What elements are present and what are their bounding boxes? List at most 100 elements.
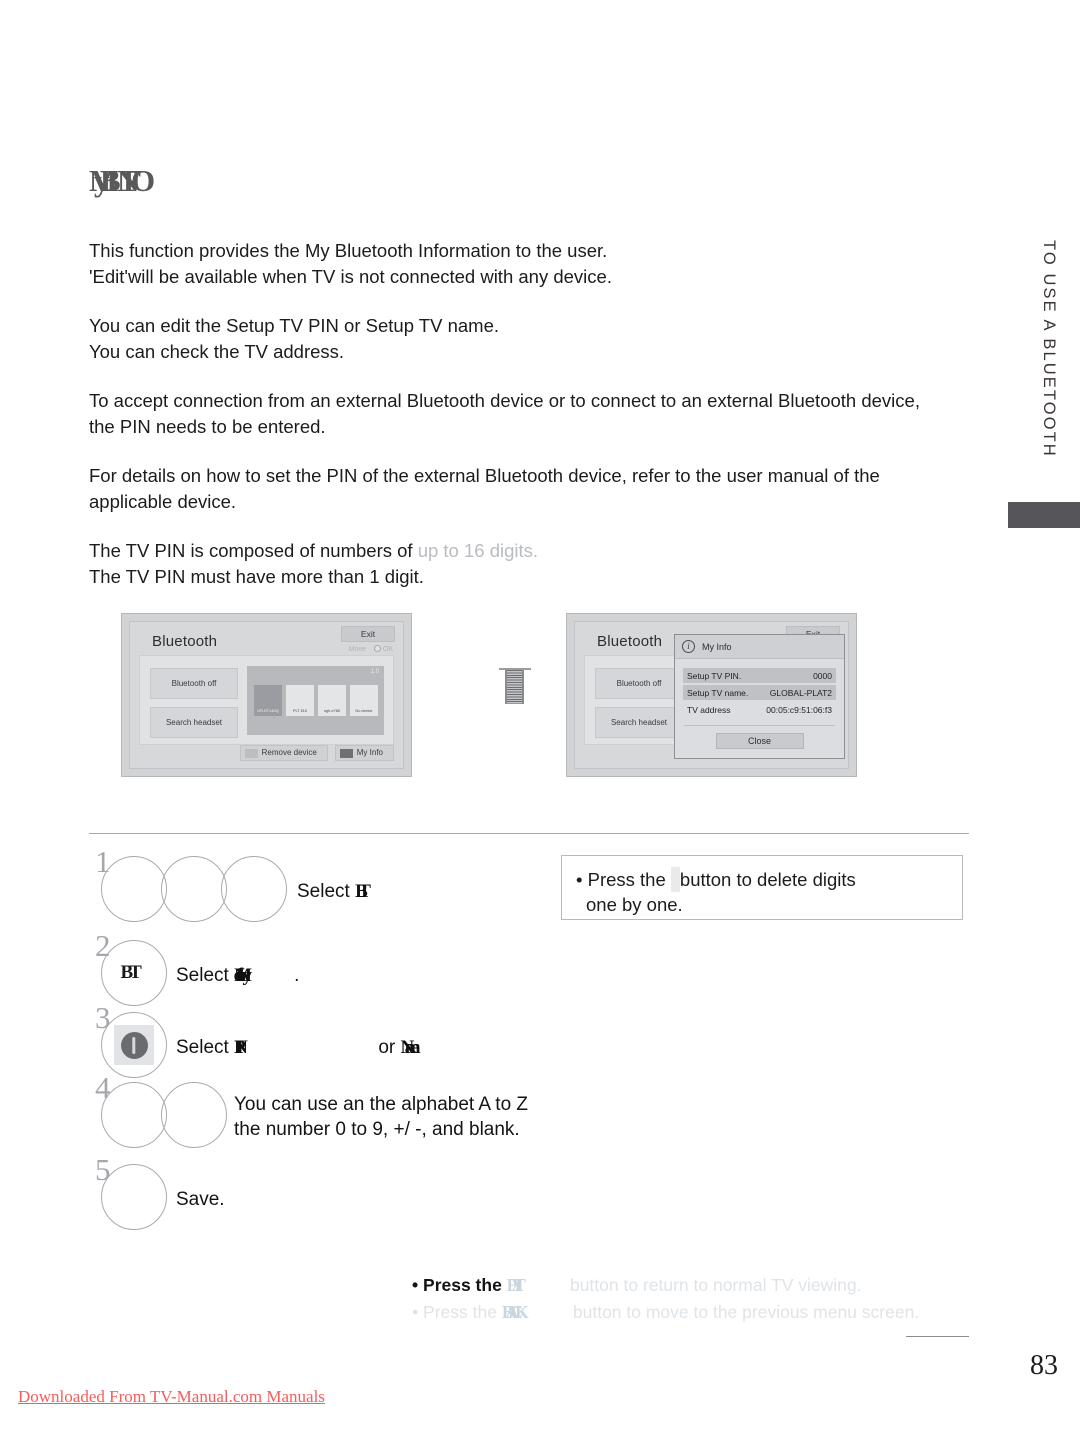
step-3-text-prefix: Select <box>176 1037 235 1058</box>
step-3-text-middle: or <box>378 1037 401 1058</box>
tv-left-exit-button[interactable]: Exit <box>341 626 395 642</box>
tv-address-label: TV address <box>687 704 731 715</box>
tv-left-nav-hint: Move OK <box>349 645 393 653</box>
device-card-label: sgh-e780 <box>323 708 341 713</box>
device-card-label: DR-BT140Q <box>257 708 279 713</box>
device-card[interactable]: No device <box>350 685 378 716</box>
step-4-circle-b[interactable] <box>161 1082 227 1148</box>
hint-move-label: Move <box>348 646 366 653</box>
tip-box-line-2: one by one. <box>586 894 683 915</box>
step-3-circles <box>101 1012 167 1078</box>
paragraph-4-line-1: For details on how to set the PIN of the… <box>89 465 880 486</box>
step-5-circles <box>101 1164 167 1230</box>
tv-right-search-headset-button[interactable]: Search headset <box>595 707 683 738</box>
back-key-glyph: BACK <box>501 1302 529 1322</box>
my-info-dialog: i My Info Setup TV PIN. 0000 Setup TV na… <box>674 634 845 759</box>
my-info-button[interactable]: My Info <box>334 745 394 761</box>
tip-box-suffix: button to delete digits <box>679 869 856 890</box>
tv-left-search-headset-button[interactable]: Search headset <box>150 707 238 738</box>
body-copy: This function provides the My Bluetooth … <box>89 238 969 613</box>
step-4-line-2: the number 0 to 9, +/ -, and blank. <box>234 1119 520 1140</box>
device-card-label: PLT 510 <box>292 708 308 713</box>
step-1-text-prefix: Select <box>297 881 356 902</box>
arrow-stripes <box>505 670 524 704</box>
paragraph-4-line-2: applicable device. <box>89 490 237 512</box>
title-glyph-7: O <box>131 163 155 198</box>
tv-left-bluetooth-off-button[interactable]: Bluetooth off <box>150 668 238 699</box>
pin-min-line: The TV PIN must have more than 1 digit. <box>89 565 424 587</box>
section-divider <box>89 833 969 834</box>
tv-left-device-area: 1.0 DR-BT140Q PLT 510 sgh-e780 No device <box>247 666 384 735</box>
setup-tv-pin-value: 0000 <box>813 670 832 681</box>
my-info-close-button[interactable]: Close <box>715 733 804 749</box>
device-version-label: 1.0 <box>370 669 379 675</box>
paragraph-1-line-1: This function provides the My Bluetooth … <box>89 240 608 261</box>
page-number-rule <box>906 1336 969 1337</box>
step-2-circle-glyph: BT <box>120 962 141 983</box>
step-2-circles: BT <box>101 940 167 1006</box>
page-title: M y B I N F O <box>89 163 389 203</box>
page-title-glyph-cluster: M y B I N F O <box>89 163 209 198</box>
tv-left-footer: Remove device My Info <box>239 745 394 761</box>
step-5-circle[interactable] <box>101 1164 167 1230</box>
tv-left-panel: Bluetooth off Search headset 1.0 DR-BT14… <box>139 655 394 745</box>
paragraph-4: For details on how to set the PIN of the… <box>89 463 969 514</box>
tip-box-prefix: • Press the <box>576 869 671 890</box>
step-2-text: Select My Info. <box>176 963 299 988</box>
tv-left-title: Bluetooth <box>152 633 218 650</box>
footer-source-link[interactable]: Downloaded From TV-Manual.com Manuals <box>18 1387 325 1407</box>
step-5: 5 Save. <box>89 1154 559 1234</box>
step-4-circle-a[interactable] <box>101 1082 167 1148</box>
step-3-key-glyph: PIN <box>234 1037 248 1058</box>
info-icon: i <box>682 640 695 653</box>
hint-ok-label: OK <box>382 646 393 653</box>
step-2: 2 BT Select My Info. <box>89 930 559 1006</box>
setup-tv-pin-row[interactable]: Setup TV PIN. 0000 <box>683 668 836 683</box>
note-exit-rest: button to return to normal TV viewing. <box>569 1275 862 1295</box>
step-1-key-glyph: BT <box>355 881 371 902</box>
device-card[interactable]: DR-BT140Q <box>254 685 282 716</box>
step-1-circle-c[interactable] <box>221 856 287 922</box>
setup-tv-name-value: GLOBAL-PLAT2 <box>769 687 832 698</box>
tv-screenshot-left: Bluetooth Exit Move OK Bluetooth off Sear… <box>121 613 412 777</box>
step-1: 1 Select BT <box>89 846 559 930</box>
exit-key-glyph: EXIT <box>506 1275 526 1295</box>
note-back-bold: Press the <box>423 1302 502 1322</box>
pin-digits-line: The TV PIN is composed of numbers of up … <box>89 538 969 564</box>
my-info-dialog-title: My Info <box>702 641 732 652</box>
tip-box: • Press the █button to delete digits one… <box>561 855 963 920</box>
my-info-label: My Info <box>356 748 383 757</box>
delete-key-glyph: █ <box>670 867 680 892</box>
device-card[interactable]: sgh-e780 <box>318 685 346 716</box>
paragraph-2-line-1: You can edit the Setup TV PIN or Setup T… <box>89 315 499 336</box>
paragraph-pin: The TV PIN is composed of numbers of up … <box>89 538 969 589</box>
ok-button-icon <box>114 1025 154 1065</box>
tv-right-bluetooth-off-button[interactable]: Bluetooth off <box>595 668 683 699</box>
step-1-circle-b[interactable] <box>161 856 227 922</box>
note-back: • Press the BACK button to move to the pr… <box>412 1299 972 1326</box>
arrow-right-icon <box>498 662 536 706</box>
remove-device-button[interactable]: Remove device <box>239 745 328 761</box>
step-3-circle[interactable] <box>101 1012 167 1078</box>
tv-address-row: TV address 00:05:c9:51:06:f3 <box>683 702 836 717</box>
step-3: 3 Select PIN or Name <box>89 1002 559 1078</box>
paragraph-2-line-2: You can check the TV address. <box>89 340 345 362</box>
paragraph-3-line-1: To accept connection from an external Bl… <box>89 390 920 411</box>
ok-dot-icon <box>373 645 381 652</box>
paragraph-3-line-2: the PIN needs to be entered. <box>89 415 326 437</box>
my-info-swatch-icon <box>339 748 353 758</box>
tv-right-title: Bluetooth <box>597 633 663 650</box>
step-4: 4 You can use an the alphabet A to Z the… <box>89 1072 559 1154</box>
step-3-key-glyph-2: Name <box>400 1037 420 1058</box>
step-1-circle-a[interactable] <box>101 856 167 922</box>
step-2-circle[interactable]: BT <box>101 940 167 1006</box>
paragraph-2: You can edit the Setup TV PIN or Setup T… <box>89 313 969 364</box>
remove-device-swatch-icon <box>244 748 258 758</box>
setup-tv-name-row[interactable]: Setup TV name. GLOBAL-PLAT2 <box>683 685 836 700</box>
page-number: 83 <box>1030 1350 1058 1381</box>
device-card[interactable]: PLT 510 <box>286 685 314 716</box>
step-5-text: Save. <box>176 1189 225 1210</box>
step-1-text: Select BT <box>297 879 372 904</box>
step-4-circles <box>101 1082 227 1148</box>
paragraph-1: This function provides the My Bluetooth … <box>89 238 969 289</box>
